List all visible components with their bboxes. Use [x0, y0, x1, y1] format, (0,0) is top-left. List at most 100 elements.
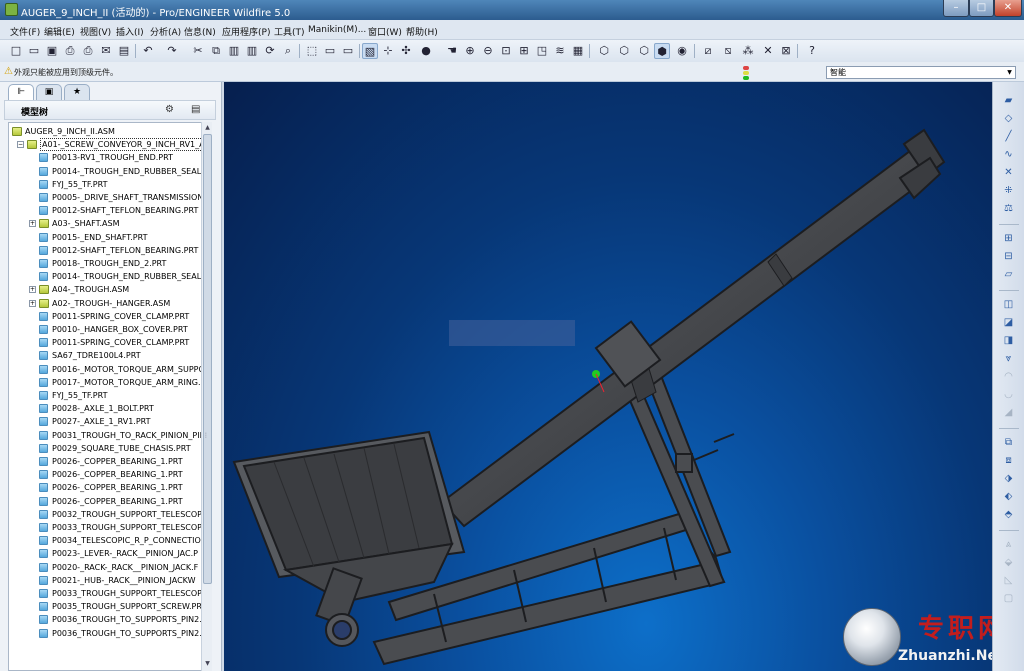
tree-item[interactable]: P0011-SPRING_COVER_CLAMP.PRT [9, 310, 204, 323]
analysis-feature-icon[interactable]: ⚖ [1001, 202, 1016, 216]
tab-folder-browser-icon[interactable]: ▣ [36, 84, 62, 100]
export-icon[interactable]: ▤ [116, 43, 132, 59]
close-window-icon[interactable]: ▭ [340, 43, 356, 59]
create-component-icon[interactable]: ⊟ [1001, 250, 1016, 264]
close-button[interactable]: ✕ [994, 0, 1022, 17]
tree-item[interactable]: P0010-_HANGER_BOX_COVER.PRT [9, 323, 204, 336]
tree-item[interactable]: P0012-SHAFT_TEFLON_BEARING.PRT [9, 204, 204, 217]
redo-icon[interactable]: ↷ [164, 43, 180, 59]
tree-item[interactable]: P0016-_MOTOR_TORQUE_ARM_SUPPO [9, 363, 204, 376]
mirror-tool-icon[interactable]: ⩔ [1001, 352, 1016, 366]
collapse-icon[interactable]: − [17, 141, 24, 149]
menu-info[interactable]: 信息(N) [184, 25, 216, 38]
copy-icon[interactable]: ⧉ [208, 43, 224, 59]
save-icon[interactable]: ▣ [44, 43, 60, 59]
tree-item[interactable]: SA67_TDRE100L4.PRT [9, 349, 204, 362]
hole-tool-icon[interactable]: ◫ [1001, 298, 1016, 312]
orient-mode-icon[interactable]: ✣ [398, 43, 414, 59]
appearance-gallery-icon[interactable]: ● [418, 43, 434, 59]
csys-tool-icon[interactable]: ⁜ [1001, 184, 1016, 198]
annotations-icon[interactable]: ⊠ [778, 43, 794, 59]
tree-item[interactable]: P0028-_AXLE_1_BOLT.PRT [9, 402, 204, 415]
tree-item[interactable]: P0036_TROUGH_TO_SUPPORTS_PIN2.F [9, 613, 204, 626]
point-tool-icon[interactable]: ✕ [1001, 166, 1016, 180]
tree-item[interactable]: P0012-SHAFT_TEFLON_BEARING.PRT [9, 244, 204, 257]
tree-item[interactable]: P0034_TELESCOPIC_R_P_CONNECTION [9, 534, 204, 547]
coordinate-systems-icon[interactable]: ✕ [760, 43, 776, 59]
enhanced-realism-icon[interactable]: ◉ [674, 43, 690, 59]
tab-model-tree-icon[interactable]: ⊩ [8, 84, 34, 100]
maximize-button[interactable]: □ [969, 0, 994, 17]
tree-item[interactable]: P0033_TROUGH_SUPPORT_TELESCOPI [9, 521, 204, 534]
scroll-thumb[interactable] [203, 134, 212, 584]
package-icon[interactable]: ▱ [1001, 268, 1016, 282]
tree-item[interactable]: FYJ_55_TF.PRT [9, 178, 204, 191]
tree-item[interactable]: P0005-_DRIVE_SHAFT_TRANSMISSION [9, 191, 204, 204]
extrude-cut-icon[interactable]: ◪ [1001, 316, 1016, 330]
menu-edit[interactable]: 编辑(E) [44, 25, 75, 38]
tree-item[interactable]: P0014-_TROUGH_END_RUBBER_SEAL.P [9, 270, 204, 283]
cut-icon[interactable]: ✂ [190, 43, 206, 59]
paste-special-icon[interactable]: ▥ [244, 43, 260, 59]
menu-file[interactable]: 文件(F) [10, 25, 40, 38]
spin-center-icon[interactable]: ⊹ [380, 43, 396, 59]
minimize-button[interactable]: – [943, 0, 969, 17]
print-icon[interactable]: ⎙ [62, 43, 78, 59]
tree-item[interactable]: P0021-_HUB-_RACK__PINION_JACKW [9, 574, 204, 587]
tree-item[interactable]: + A02-_TROUGH-_HANGER.ASM [9, 297, 204, 310]
tree-item[interactable]: P0026-_COPPER_BEARING_1.PRT [9, 468, 204, 481]
tree-item[interactable]: P0015-_END_SHAFT.PRT [9, 231, 204, 244]
tree-item[interactable]: P0027-_AXLE_1_RV1.PRT [9, 415, 204, 428]
tab-favorites-icon[interactable]: ★ [64, 84, 90, 100]
panel-splitter-icon[interactable]: ⋮ [203, 432, 209, 439]
tree-item[interactable]: FYJ_55_TF.PRT [9, 389, 204, 402]
merge-tool-icon[interactable]: ⬗ [1001, 472, 1016, 486]
context-help-icon[interactable]: ? [804, 43, 820, 59]
sketched-curve-icon[interactable]: ∿ [1001, 148, 1016, 162]
tree-item[interactable]: P0026-_COPPER_BEARING_1.PRT [9, 455, 204, 468]
tree-item[interactable]: P0018-_TROUGH_END_2.PRT [9, 257, 204, 270]
regenerate-icon[interactable]: ⟳ [262, 43, 278, 59]
offset-tool-icon[interactable]: ⬖ [1001, 490, 1016, 504]
graphics-window[interactable]: 专职网 Zhuanzhi.Net [224, 82, 992, 671]
axis-tool-icon[interactable]: ╱ [1001, 130, 1016, 144]
assemble-icon[interactable]: ⊞ [1001, 232, 1016, 246]
tree-item[interactable]: P0011-SPRING_COVER_CLAMP.PRT [9, 336, 204, 349]
menu-insert[interactable]: 插入(I) [116, 25, 144, 38]
tree-display-icon[interactable]: ▤ [191, 104, 200, 115]
email-icon[interactable]: ✉ [98, 43, 114, 59]
scroll-down-icon[interactable]: ▼ [203, 659, 212, 668]
layers-icon[interactable]: ≋ [552, 43, 568, 59]
selection-filter-select[interactable]: 智能 ▼ [826, 66, 1016, 79]
find-icon[interactable]: ⌕ [280, 43, 296, 59]
datum-plane-icon[interactable]: ▰ [1001, 94, 1016, 108]
zoom-in-icon[interactable]: ⊕ [462, 43, 478, 59]
tree-item[interactable]: P0023-_LEVER-_RACK__PINION_JAC.P [9, 547, 204, 560]
menu-window[interactable]: 窗口(W) [368, 25, 402, 38]
expand-icon[interactable]: + [29, 286, 36, 294]
tree-item[interactable]: P0013-RV1_TROUGH_END.PRT [9, 151, 204, 164]
datum-axes-icon[interactable]: ⧅ [720, 43, 736, 59]
new-icon[interactable]: □ [8, 43, 24, 59]
tree-item[interactable]: + A04-_TROUGH.ASM [9, 283, 204, 296]
thicken-tool-icon[interactable]: ⬘ [1001, 508, 1016, 522]
shading-icon[interactable]: ⬢ [654, 43, 670, 59]
tree-item[interactable]: − A01-_SCREW_CONVEYOR_9_INCH_RV1_A [9, 138, 204, 152]
menu-view[interactable]: 视图(V) [80, 25, 111, 38]
tree-item[interactable]: P0033_TROUGH_SUPPORT_TELESCOPI [9, 587, 204, 600]
saved-views-icon[interactable]: ◳ [534, 43, 550, 59]
undo-icon[interactable]: ↶ [140, 43, 156, 59]
tree-item[interactable]: P0014-_TROUGH_END_RUBBER_SEAL.P [9, 165, 204, 178]
plane-tool-icon[interactable]: ◇ [1001, 112, 1016, 126]
pan-hand-icon[interactable]: ☚ [444, 43, 460, 59]
menu-manikin[interactable]: Manikin(M)... [308, 25, 366, 35]
tree-item[interactable]: P0029_SQUARE_TUBE_CHASIS.PRT [9, 442, 204, 455]
tree-item[interactable]: P0020-_RACK-_RACK__PINION_JACK.F [9, 561, 204, 574]
expand-icon[interactable]: + [29, 220, 36, 228]
datum-planes-icon[interactable]: ⧄ [700, 43, 716, 59]
tree-item[interactable]: P0035_TROUGH_SUPPORT_SCREW.PRT [9, 600, 204, 613]
menu-analysis[interactable]: 分析(A) [150, 25, 181, 38]
tree-item[interactable]: P0026-_COPPER_BEARING_1.PRT [9, 495, 204, 508]
window-icon[interactable]: ▭ [322, 43, 338, 59]
print-preview-icon[interactable]: ⎙ [80, 43, 96, 59]
